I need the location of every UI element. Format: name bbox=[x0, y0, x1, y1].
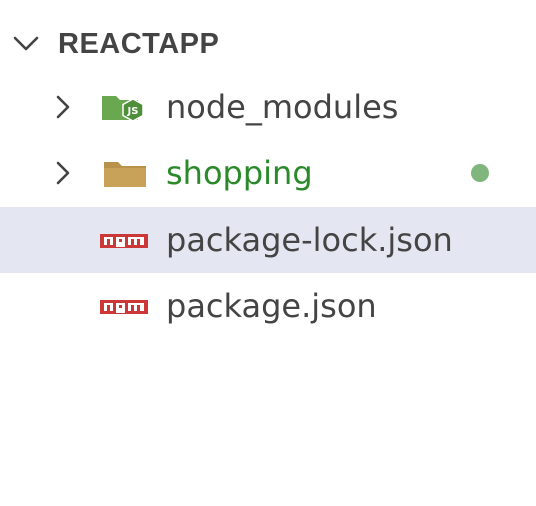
top-clip bbox=[0, 0, 536, 4]
tree-item-shopping[interactable]: shopping bbox=[0, 140, 536, 206]
tree-item-label: shopping bbox=[166, 154, 313, 192]
tree-item-package-lock-json[interactable]: package-lock.json bbox=[0, 207, 536, 273]
tree-item-package-json[interactable]: package.json bbox=[0, 273, 536, 339]
tree-item-node-modules[interactable]: JS node_modules bbox=[0, 74, 536, 140]
svg-text:JS: JS bbox=[127, 106, 139, 117]
folder-icon bbox=[104, 162, 146, 187]
modified-indicator-dot bbox=[471, 164, 489, 182]
root-folder-header[interactable]: REACTAPP bbox=[0, 16, 536, 72]
tree-item-label: node_modules bbox=[166, 88, 399, 126]
chevron-right-icon[interactable] bbox=[49, 157, 77, 189]
tree-item-label: package-lock.json bbox=[166, 221, 453, 259]
nodejs-folder-icon: JS bbox=[102, 96, 144, 122]
root-folder-name: REACTAPP bbox=[58, 28, 220, 60]
file-explorer: REACTAPP JS node_modules shopping packag… bbox=[0, 0, 536, 506]
npm-icon bbox=[100, 300, 148, 314]
chevron-right-icon[interactable] bbox=[49, 91, 77, 123]
chevron-down-icon[interactable] bbox=[8, 26, 44, 62]
tree-item-label: package.json bbox=[166, 287, 377, 325]
npm-icon bbox=[100, 234, 148, 248]
